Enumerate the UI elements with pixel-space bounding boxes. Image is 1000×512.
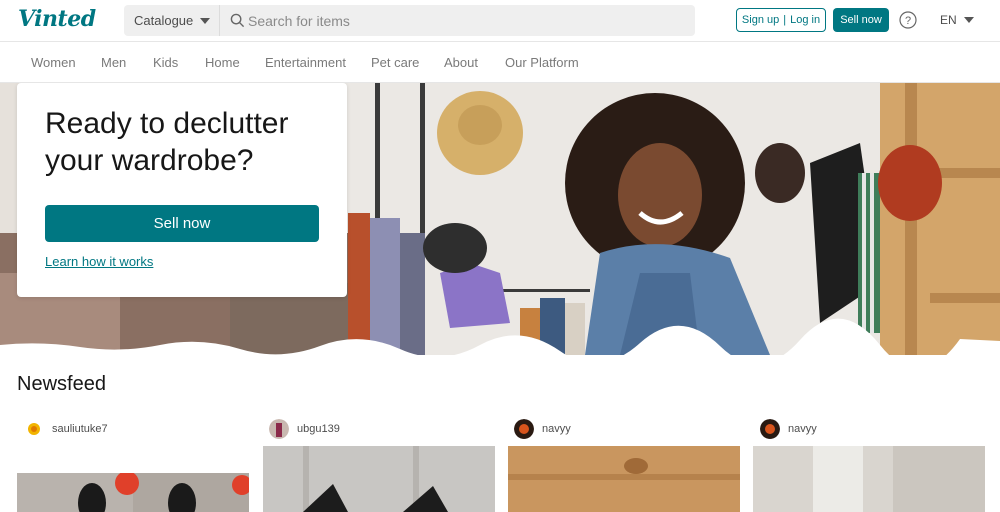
avatar <box>269 419 289 439</box>
language-label: EN <box>940 13 957 27</box>
hero-banner: Ready to declutter your wardrobe? Sell n… <box>0 83 1000 355</box>
hero-title: Ready to declutter your wardrobe? <box>45 107 289 177</box>
language-selector[interactable]: EN <box>940 13 974 27</box>
feed-user-4[interactable]: navyy <box>760 419 817 439</box>
caret-down-icon <box>963 17 974 23</box>
avatar <box>24 419 44 439</box>
feed-item-image[interactable] <box>753 446 985 512</box>
nav-item-pet-care[interactable]: Pet care <box>371 55 419 70</box>
avatar <box>514 419 534 439</box>
avatar <box>760 419 780 439</box>
nav-item-men[interactable]: Men <box>101 55 126 70</box>
svg-text:?: ? <box>905 15 911 27</box>
hero-card: Ready to declutter your wardrobe? Sell n… <box>17 83 347 297</box>
feed-username: sauliutuke7 <box>52 423 108 435</box>
feed-user-2[interactable]: ubgu139 <box>269 419 340 439</box>
caret-down-icon <box>200 17 211 24</box>
search-bar: Catalogue <box>124 5 695 36</box>
feed-user-3[interactable]: navyy <box>514 419 571 439</box>
signup-login-button[interactable]: Sign up | Log in <box>736 8 826 32</box>
nav-item-our-platform[interactable]: Our Platform <box>505 55 579 70</box>
feed-username: ubgu139 <box>297 423 340 435</box>
category-nav: Women Men Kids Home Entertainment Pet ca… <box>0 43 1000 83</box>
feed-item-image[interactable] <box>263 446 495 512</box>
search-input[interactable] <box>248 5 688 36</box>
learn-how-it-works-link[interactable]: Learn how it works <box>45 254 153 269</box>
nav-item-women[interactable]: Women <box>31 55 76 70</box>
nav-item-kids[interactable]: Kids <box>153 55 178 70</box>
help-icon[interactable]: ? <box>899 11 917 29</box>
top-header: Vinted Catalogue Sign up | Log in Sell n… <box>0 0 1000 42</box>
search-icon <box>230 13 245 28</box>
signup-label[interactable]: Sign up <box>742 14 779 26</box>
catalogue-label: Catalogue <box>134 13 194 28</box>
feed-item-image[interactable] <box>17 473 249 512</box>
feed-item-image[interactable] <box>508 446 740 512</box>
vinted-logo[interactable]: Vinted <box>18 6 96 32</box>
catalogue-dropdown[interactable]: Catalogue <box>124 5 220 36</box>
feed-username: navyy <box>788 423 817 435</box>
auth-separator: | <box>783 14 787 26</box>
nav-item-home[interactable]: Home <box>205 55 240 70</box>
feed-username: navyy <box>542 423 571 435</box>
login-label[interactable]: Log in <box>790 14 820 26</box>
nav-item-about[interactable]: About <box>444 55 478 70</box>
hero-sell-now-button[interactable]: Sell now <box>45 205 319 242</box>
sell-now-header-button[interactable]: Sell now <box>833 8 889 32</box>
feed-user-1[interactable]: sauliutuke7 <box>24 419 108 439</box>
newsfeed-title: Newsfeed <box>17 373 106 395</box>
nav-item-entertainment[interactable]: Entertainment <box>265 55 346 70</box>
